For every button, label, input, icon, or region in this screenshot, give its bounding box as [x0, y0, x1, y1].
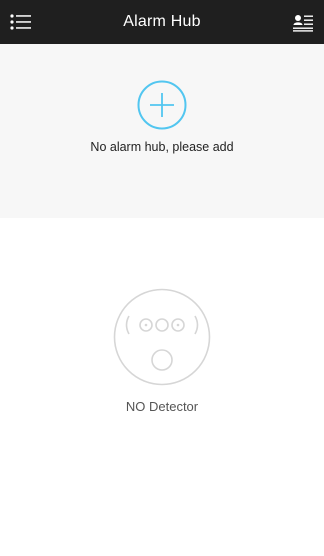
top-bar: Alarm Hub: [0, 0, 324, 44]
account-button[interactable]: [292, 12, 314, 32]
account-list-icon: [293, 15, 313, 32]
add-alarm-hub-button[interactable]: [137, 80, 187, 130]
detector-placeholder: [113, 288, 211, 386]
empty-hub-message: No alarm hub, please add: [90, 140, 234, 154]
page-title: Alarm Hub: [123, 13, 201, 30]
add-circle-icon: [137, 80, 187, 130]
alarm-hub-panel: No alarm hub, please add: [0, 44, 324, 218]
detector-icon: [113, 288, 211, 386]
no-detector-label: NO Detector: [125, 399, 199, 414]
menu-icon: [10, 14, 31, 30]
menu-button[interactable]: [10, 12, 32, 32]
